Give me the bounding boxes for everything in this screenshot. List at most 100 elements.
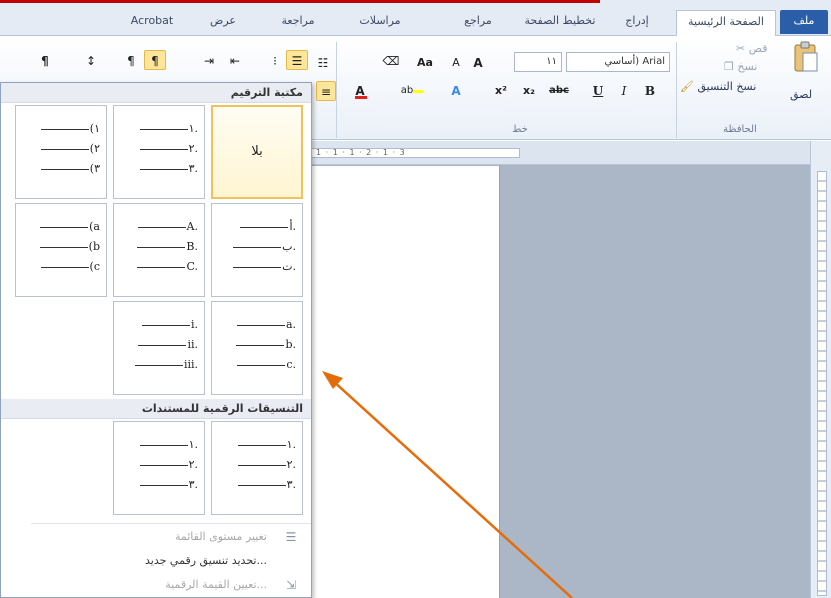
- horizontal-ruler[interactable]: 1 · 1 · 1 · 2 · 1 · 3: [290, 141, 810, 165]
- numbering-arabic-digits-dot-option[interactable]: ١. ٢. ٣.: [113, 105, 205, 199]
- list-sample-row: a.: [236, 318, 296, 332]
- bold-button[interactable]: B: [640, 80, 660, 100]
- title-accent-line: [0, 0, 600, 3]
- numbering-button[interactable]: ☰: [286, 50, 308, 70]
- increase-indent-icon[interactable]: ⇥: [198, 50, 220, 70]
- multilevel-list-icon[interactable]: ☷: [312, 52, 334, 72]
- none-label: بلا: [251, 144, 263, 159]
- tab-review[interactable]: مراجعة: [266, 10, 330, 36]
- show-marks-icon[interactable]: ¶: [34, 50, 56, 70]
- change-list-level-item[interactable]: ☰ تغيير مستوى القائمة: [1, 526, 311, 548]
- clipboard-group-label: الحافظة: [723, 124, 757, 135]
- copy-button[interactable]: ❐ نسخ: [724, 60, 757, 73]
- decrease-indent-icon[interactable]: ⇤: [224, 50, 246, 70]
- tab-home[interactable]: الصفحة الرئيسية: [676, 10, 776, 37]
- numbering-latin-lower-option[interactable]: a. b. c.: [211, 301, 303, 395]
- list-sample-row: C.: [137, 260, 198, 274]
- tab-page-layout[interactable]: تخطيط الصفحة: [520, 10, 600, 36]
- ribbon-tab-bar: ملف الصفحة الرئيسية إدراج تخطيط الصفحة م…: [0, 0, 831, 37]
- list-sample-row: ٣.: [139, 478, 198, 492]
- paste-icon[interactable]: [786, 40, 826, 88]
- cut-label: قص: [748, 42, 768, 55]
- superscript-icon[interactable]: x²: [490, 80, 512, 100]
- set-numbering-value-item[interactable]: ⇲ تعيين القيمة الرقمية...: [1, 574, 311, 596]
- tab-view[interactable]: عرض: [196, 10, 250, 36]
- font-color-icon[interactable]: A: [340, 80, 380, 100]
- group-separator: [336, 42, 337, 138]
- list-sample-row: (c: [40, 260, 100, 274]
- list-sample-row: ت.: [233, 260, 296, 274]
- define-new-format-item[interactable]: تحديد تنسيق رقمي جديد...: [1, 550, 311, 572]
- vertical-ruler[interactable]: [810, 141, 831, 598]
- underline-button[interactable]: U: [588, 80, 608, 100]
- numbering-roman-lower-option[interactable]: i. ii. iii.: [113, 301, 205, 395]
- brush-icon: 🖌: [680, 80, 694, 93]
- grow-font-button[interactable]: A: [468, 52, 488, 72]
- tab-file[interactable]: ملف: [780, 10, 828, 34]
- tab-mailings[interactable]: مراسلات: [340, 10, 420, 36]
- list-sample-row: (٣: [40, 162, 100, 176]
- group-separator: [676, 42, 677, 138]
- align-right-icon[interactable]: ≡: [316, 81, 336, 101]
- change-list-level-label: تغيير مستوى القائمة: [174, 530, 267, 543]
- tab-acrobat[interactable]: Acrobat: [120, 10, 184, 36]
- italic-button[interactable]: I: [614, 80, 634, 100]
- paste-label[interactable]: لصق: [790, 88, 812, 101]
- strikethrough-button[interactable]: abc: [544, 80, 574, 100]
- numbering-arabic-letters-option[interactable]: أ. ب. ت.: [211, 203, 303, 297]
- list-sample-row: c.: [237, 358, 296, 372]
- list-sample-row: i.: [141, 318, 198, 332]
- ltr-paragraph-icon[interactable]: ¶: [120, 50, 142, 70]
- list-sample-row: iii.: [134, 358, 198, 372]
- menu-separator: [31, 523, 311, 524]
- format-painter-button[interactable]: 🖌 نسخ التنسيق: [680, 80, 756, 93]
- numbering-latin-upper-option[interactable]: A. B. C.: [113, 203, 205, 297]
- format-painter-label: نسخ التنسيق: [697, 80, 757, 93]
- list-sample-row: ٢.: [139, 458, 198, 472]
- document-page[interactable]: [290, 166, 500, 598]
- sort-icon[interactable]: ↕: [80, 50, 102, 70]
- define-new-format-label: تحديد تنسيق رقمي جديد...: [145, 554, 267, 567]
- font-name-combo[interactable]: Arial (أساسي: [566, 52, 670, 72]
- numbering-arabic-digits-paren-option[interactable]: (١ (٢ (٣: [15, 105, 107, 199]
- highlight-color-icon[interactable]: ab: [392, 80, 432, 100]
- numbering-latin-paren-option[interactable]: (a (b (c: [15, 203, 107, 297]
- list-sample-row: (١: [40, 122, 100, 136]
- set-numbering-value-label: تعيين القيمة الرقمية...: [165, 578, 267, 591]
- numbering-value-icon: ⇲: [285, 578, 297, 592]
- rtl-paragraph-icon[interactable]: ¶: [144, 50, 166, 70]
- list-sample-row: (٢: [40, 142, 100, 156]
- list-sample-row: ١.: [237, 438, 296, 452]
- bullets-icon[interactable]: ⁝: [264, 50, 286, 70]
- list-sample-row: ب.: [233, 240, 296, 254]
- numbering-none-option[interactable]: بلا: [211, 105, 303, 199]
- list-sample-row: ii.: [138, 338, 198, 352]
- list-sample-row: (b: [39, 240, 100, 254]
- list-sample-row: (a: [40, 220, 100, 234]
- subscript-icon[interactable]: x₂: [518, 80, 540, 100]
- list-sample-row: ١.: [139, 122, 198, 136]
- list-sample-row: أ.: [240, 220, 296, 234]
- list-sample-row: A.: [137, 220, 198, 234]
- list-sample-row: ٣.: [237, 478, 296, 492]
- vertical-ruler-track: [817, 171, 827, 596]
- text-effects-icon[interactable]: A: [444, 80, 468, 100]
- list-sample-row: ٢.: [139, 142, 198, 156]
- numbering-library-dropdown: مكتبة الترقيم بلا ١. ٢. ٣. (١ (٢ (٣ أ. ب…: [0, 82, 312, 598]
- numbering-library-header: مكتبة الترقيم: [1, 83, 311, 103]
- list-sample-row: b.: [236, 338, 296, 352]
- tab-insert[interactable]: إدراج: [608, 10, 666, 36]
- clear-format-icon[interactable]: ⌫: [380, 50, 402, 70]
- ruler-ticks: 1 · 1 · 1 · 2 · 1 · 3: [316, 148, 406, 157]
- document-format-option-2[interactable]: ١. ٢. ٣.: [113, 421, 205, 515]
- document-format-option-1[interactable]: ١. ٢. ٣.: [211, 421, 303, 515]
- shrink-font-button[interactable]: A: [446, 52, 466, 72]
- font-size-combo[interactable]: ١١: [514, 52, 562, 72]
- list-sample-row: ٣.: [139, 162, 198, 176]
- list-sample-row: ١.: [139, 438, 198, 452]
- list-sample-row: ٢.: [237, 458, 296, 472]
- tab-references[interactable]: مراجع: [448, 10, 508, 36]
- change-case-button[interactable]: Aa: [410, 52, 440, 72]
- list-sample-row: B.: [137, 240, 198, 254]
- cut-button[interactable]: ✂ قص: [736, 42, 767, 55]
